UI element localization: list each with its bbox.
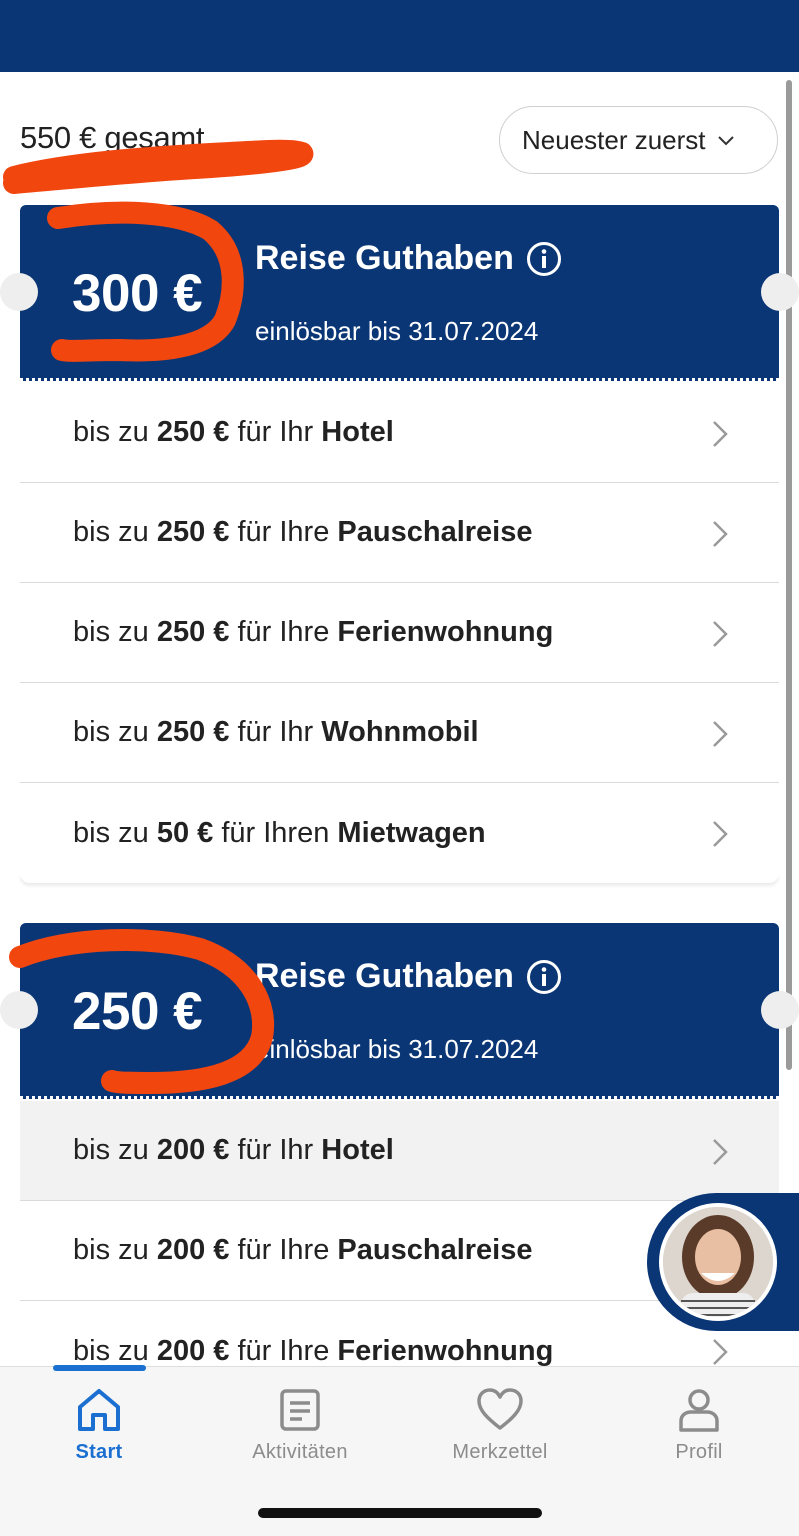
item-target: Hotel — [321, 1134, 394, 1166]
item-target: Mietwagen — [337, 816, 486, 849]
item-target: Hotel — [321, 416, 394, 448]
profile-icon — [679, 1389, 719, 1432]
total-balance: 550 € gesamt — [20, 120, 205, 155]
chevron-down-icon — [717, 136, 734, 146]
item-target: Pauschalreise — [337, 1234, 533, 1266]
chevron-right-icon — [713, 421, 728, 447]
item-connector: für Ihr — [237, 416, 314, 448]
item-connector: für Ihre — [237, 1234, 330, 1266]
voucher-title-text: Reise Guthaben — [255, 957, 514, 995]
heart-icon — [477, 1388, 523, 1430]
item-prefix: bis zu — [73, 1234, 149, 1266]
chevron-right-icon — [713, 621, 728, 647]
list-item[interactable]: bis zu 250 € für Ihr Wohnmobil — [20, 683, 779, 783]
assistant-avatar — [659, 1203, 777, 1321]
item-prefix: bis zu — [73, 1334, 149, 1367]
item-target: Ferienwohnung — [337, 616, 554, 648]
home-icon — [78, 1389, 120, 1431]
item-connector: für Ihre — [237, 616, 330, 648]
top-app-bar — [0, 0, 799, 72]
info-icon[interactable] — [526, 959, 562, 995]
nav-merkzettel[interactable]: Merkzettel — [420, 1385, 580, 1464]
item-prefix: bis zu — [73, 1134, 149, 1166]
chevron-right-icon — [713, 1339, 728, 1365]
voucher-options-list: bis zu 250 € für Ihr Hotel bis zu 250 € … — [20, 383, 779, 883]
ticket-notch — [0, 273, 38, 311]
home-indicator — [258, 1508, 542, 1518]
item-amount: 250 € — [156, 616, 230, 648]
item-target: Ferienwohnung — [337, 1334, 554, 1367]
voucher-validity: einlösbar bis 31.07.2024 — [255, 1034, 539, 1064]
ticket-notch — [0, 991, 38, 1029]
item-target: Pauschalreise — [337, 516, 533, 548]
active-tab-indicator — [53, 1365, 146, 1371]
nav-label: Aktivitäten — [252, 1441, 348, 1463]
item-amount: 200 € — [156, 1134, 230, 1166]
sort-dropdown[interactable]: Neuester zuerst — [499, 106, 778, 174]
chevron-right-icon — [713, 521, 728, 547]
item-connector: für Ihren — [221, 816, 330, 849]
voucher-title-text: Reise Guthaben — [255, 239, 514, 277]
nav-start[interactable]: Start — [19, 1385, 179, 1464]
info-icon[interactable] — [526, 241, 562, 277]
card-shadow — [20, 873, 779, 883]
list-item[interactable]: bis zu 250 € für Ihr Hotel — [20, 383, 779, 483]
ticket-notch — [761, 991, 799, 1029]
activity-list-icon — [280, 1389, 320, 1431]
item-amount: 200 € — [156, 1334, 230, 1367]
item-prefix: bis zu — [73, 516, 149, 548]
list-item[interactable]: bis zu 250 € für Ihre Pauschalreise — [20, 483, 779, 583]
item-amount: 250 € — [156, 416, 230, 448]
item-prefix: bis zu — [73, 716, 149, 748]
item-connector: für Ihr — [237, 1134, 314, 1166]
scroll-indicator — [786, 80, 792, 1070]
item-connector: für Ihre — [237, 516, 330, 548]
sort-label: Neuester zuerst — [522, 124, 706, 155]
item-connector: für Ihr — [237, 716, 314, 748]
chevron-right-icon — [713, 1139, 728, 1165]
nav-label: Start — [75, 1441, 123, 1463]
voucher-card-header[interactable]: 250 € Reise Guthaben einlösbar bis 31.07… — [0, 923, 799, 1099]
nav-label: Merkzettel — [452, 1441, 548, 1463]
list-item[interactable]: bis zu 250 € für Ihre Ferienwohnung — [20, 583, 779, 683]
nav-profil[interactable]: Profil — [619, 1385, 779, 1464]
voucher-title: Reise Guthaben — [255, 957, 562, 996]
voucher-title: Reise Guthaben — [255, 239, 562, 278]
ticket-notch — [761, 273, 799, 311]
chat-assistant-button[interactable] — [647, 1193, 799, 1331]
item-prefix: bis zu — [73, 816, 149, 849]
item-target: Wohnmobil — [321, 716, 479, 748]
chevron-right-icon — [713, 821, 728, 847]
voucher-amount: 250 € — [72, 982, 203, 1041]
nav-aktivitaeten[interactable]: Aktivitäten — [220, 1385, 380, 1464]
voucher-card-header[interactable]: 300 € Reise Guthaben einlösbar bis 31.07… — [0, 205, 799, 381]
list-item[interactable]: bis zu 50 € für Ihren Mietwagen — [20, 783, 779, 883]
item-amount: 200 € — [156, 1234, 230, 1266]
item-prefix: bis zu — [73, 616, 149, 648]
item-amount: 250 € — [156, 516, 230, 548]
item-amount: 50 € — [156, 816, 214, 849]
nav-label: Profil — [675, 1441, 723, 1463]
assistant-portrait-image — [663, 1207, 773, 1317]
item-prefix: bis zu — [73, 416, 149, 448]
list-item[interactable]: bis zu 200 € für Ihr Hotel — [20, 1101, 779, 1201]
voucher-amount: 300 € — [72, 264, 203, 323]
voucher-validity: einlösbar bis 31.07.2024 — [255, 316, 539, 346]
chevron-right-icon — [713, 721, 728, 747]
item-amount: 250 € — [156, 716, 230, 748]
item-connector: für Ihre — [237, 1334, 330, 1367]
